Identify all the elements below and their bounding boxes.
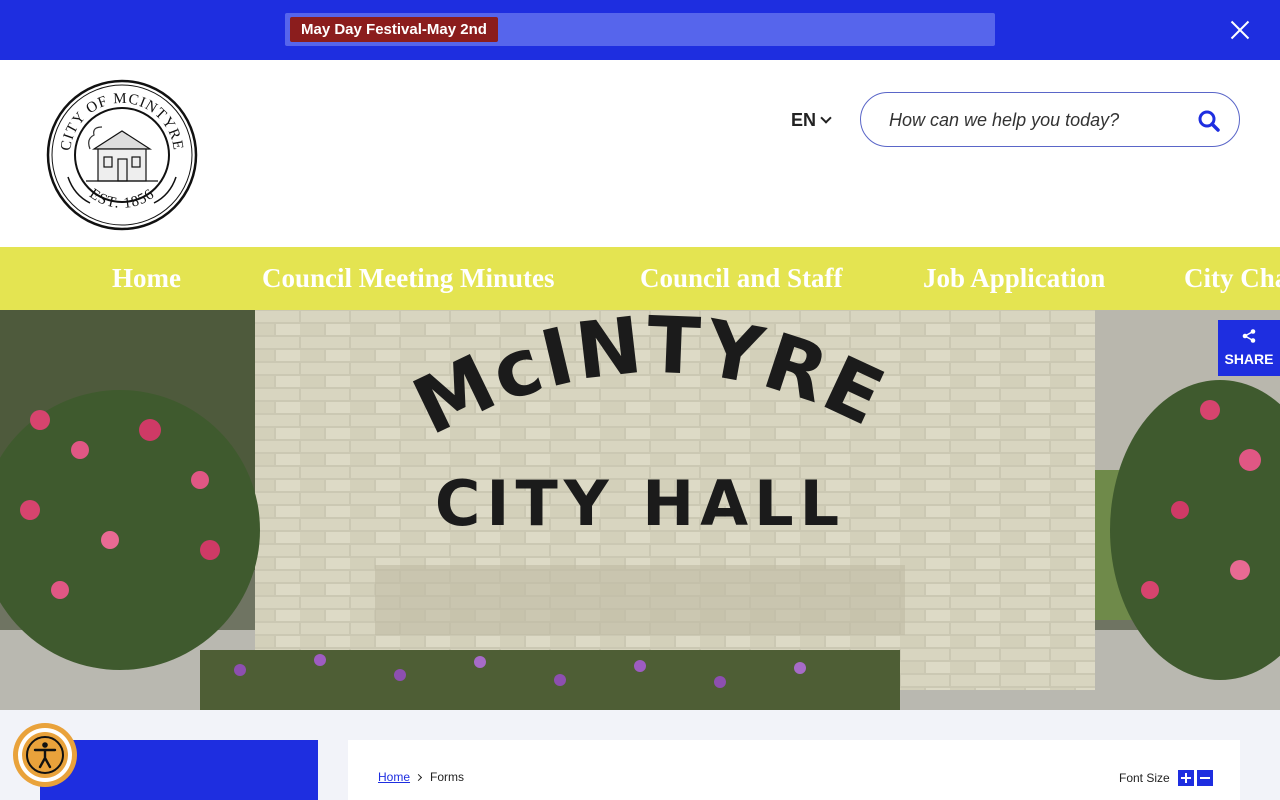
breadcrumb: Home Forms [378,770,464,784]
svg-text:CITY HALL: CITY HALL [435,467,845,540]
chevron-right-icon [414,773,423,781]
breadcrumb-current: Forms [430,770,465,784]
nav-item-job-application[interactable]: Job Application [923,263,1105,294]
side-menu-panel [40,740,318,800]
nav-item-council-meeting-minutes[interactable]: Council Meeting Minutes [262,263,554,294]
alert-close-icon[interactable] [1228,18,1252,42]
hero-image: McINTYRE CITY HALL [0,310,1280,710]
site-header: CITY OF MCINTYRE EST. 1856 EN [0,60,1280,247]
city-seal-logo[interactable]: CITY OF MCINTYRE EST. 1856 [46,79,198,231]
font-size-label: Font Size [1119,771,1170,785]
font-increase-icon[interactable] [1177,770,1194,786]
share-label: SHARE [1224,351,1274,367]
language-label: EN [791,110,817,130]
nav-item-city-charter[interactable]: City Cha [1184,263,1280,294]
alert-bar: May Day Festival-May 2nd [0,0,1280,60]
search-icon[interactable] [1198,110,1220,132]
font-decrease-icon[interactable] [1196,770,1213,786]
search-box [860,92,1240,147]
alert-message-box[interactable]: May Day Festival-May 2nd [285,13,995,46]
language-selector[interactable]: EN [791,110,832,131]
nav-item-council-and-staff[interactable]: Council and Staff [640,263,843,294]
accessibility-button[interactable] [13,723,77,787]
chevron-down-icon [820,112,832,124]
city-hall-sign-photo: McINTYRE CITY HALL [0,310,1280,710]
accessibility-icon [26,736,64,774]
nav-item-home[interactable]: Home [112,263,181,294]
search-input[interactable] [889,107,1189,133]
main-content-card: Home Forms Font Size [348,740,1240,800]
alert-message[interactable]: May Day Festival-May 2nd [290,17,498,42]
font-size-control: Font Size [1119,770,1213,786]
breadcrumb-home-link[interactable]: Home [378,770,410,784]
share-icon [1242,329,1256,343]
share-button[interactable]: SHARE [1218,320,1280,376]
main-navigation: Home Council Meeting Minutes Council and… [0,247,1280,310]
